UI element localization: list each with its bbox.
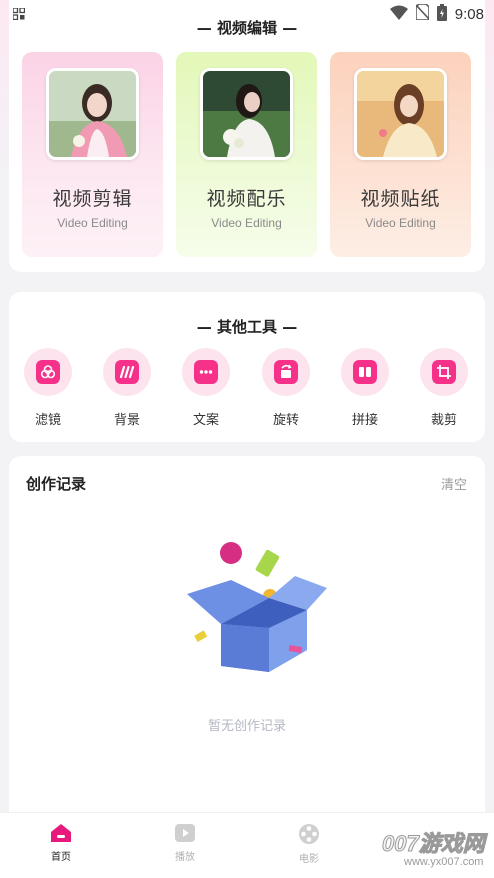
tool-splice[interactable]: 拼接 [335,348,395,428]
feature-photo [200,68,293,160]
grid-icon [13,8,25,20]
feature-video-cut[interactable]: 视频剪辑 Video Editing [22,52,163,257]
tools-row: 滤镜 背景 文案 旋转 拼接 裁剪 [9,348,485,432]
tab-home[interactable]: 首页 [31,823,91,863]
tool-background[interactable]: 背景 [97,348,157,428]
tool-text[interactable]: 文案 [176,348,236,428]
records-title: 创作记录 [26,475,87,493]
battery-icon [436,3,447,25]
tab-label: 播放 [175,852,195,863]
other-tools-card: — 其他工具 — 滤镜 背景 文案 旋转 拼接 裁剪 [9,292,485,442]
feature-video-music[interactable]: 视频配乐 Video Editing [176,52,317,257]
crop-icon [432,360,456,384]
splice-icon [353,360,377,384]
no-sim-icon [415,3,430,24]
feature-subtitle: Video Editing [365,216,436,230]
feature-subtitle: Video Editing [57,216,128,230]
status-bar: 9:08 [0,0,494,28]
tool-filter[interactable]: 滤镜 [18,348,78,428]
rotate-icon [274,360,298,384]
tab-label: 首页 [51,852,71,863]
empty-box-illustration [169,536,329,680]
tab-film[interactable]: 电影 [279,823,339,865]
status-time: 9:08 [454,5,484,23]
tool-label: 文案 [192,413,219,428]
feature-video-sticker[interactable]: 视频贴纸 Video Editing [330,52,471,257]
tool-label: 裁剪 [430,413,457,428]
tool-label: 拼接 [351,413,378,428]
wifi-icon [389,5,408,24]
home-icon [31,823,91,843]
empty-state-text: 暂无创作记录 [207,719,286,734]
feature-subtitle: Video Editing [211,216,282,230]
tool-label: 背景 [113,413,140,428]
tool-crop[interactable]: 裁剪 [414,348,474,428]
tool-label: 滤镜 [34,413,61,428]
tab-play[interactable]: 播放 [155,823,215,863]
tool-label: 旋转 [272,413,299,428]
tool-rotate[interactable]: 旋转 [256,348,316,428]
filter-icon [36,360,60,384]
tab-label: 电影 [299,854,319,865]
video-editing-card: — 视频编辑 — 视频剪辑 Video Editing 视频配乐 Video E… [9,0,485,272]
play-icon [155,823,215,843]
feature-photo [46,68,139,160]
feature-title: 视频贴纸 [360,188,441,210]
text-icon [194,360,218,384]
film-reel-icon [279,823,339,845]
clear-button[interactable]: 清空 [441,474,467,493]
watermark-title: 007游戏网 [382,831,486,857]
feature-title: 视频配乐 [206,188,287,210]
site-watermark: 007游戏网 www.yx007.com [382,826,492,876]
background-icon [115,360,139,384]
feature-photo [354,68,447,160]
feature-title: 视频剪辑 [52,188,133,210]
records-card: 创作记录 清空 暂无创作记录 [9,456,485,836]
watermark-url: www.yx007.com [404,856,484,868]
other-tools-title: — 其他工具 — [196,318,298,336]
